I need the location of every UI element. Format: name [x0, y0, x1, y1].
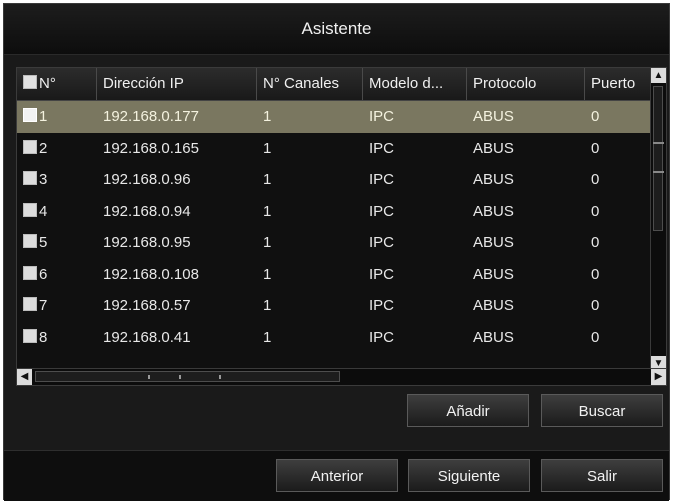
cell-ip-address: 192.168.0.96 — [103, 171, 191, 188]
row-checkbox[interactable] — [23, 108, 37, 122]
cell-number: 1 — [17, 101, 97, 133]
scroll-thumb-grip — [179, 375, 181, 379]
cell-protocol: ABUS — [473, 202, 514, 220]
cell-channels: 1 — [263, 171, 272, 188]
cell-port: 0 — [591, 234, 600, 251]
column-header-port[interactable]: Puerto — [585, 68, 651, 100]
cell-protocol: ABUS — [473, 171, 514, 188]
cell-protocol: ABUS — [473, 139, 514, 157]
scroll-thumb-grip — [219, 375, 221, 379]
cell-port: 0 — [591, 139, 600, 157]
row-checkbox[interactable] — [23, 139, 37, 154]
column-header-protocol[interactable]: Protocolo — [467, 68, 585, 100]
cell-channels: 1 — [263, 108, 272, 125]
cell-ip-address: 192.168.0.95 — [103, 234, 191, 251]
cell-model: IPC — [369, 171, 395, 188]
cell-protocol: ABUS — [473, 234, 514, 251]
cell-protocol: ABUS — [473, 108, 514, 125]
table-row[interactable]: 2 192.168.0.165 1 IPC ABUS 0 — [17, 133, 651, 165]
cell-port: 0 — [591, 297, 600, 314]
cell-channels: 1 — [263, 234, 272, 251]
cell-number: 7 — [17, 290, 97, 322]
cell-channels: 1 — [263, 297, 272, 314]
cell-model: IPC — [369, 139, 395, 157]
search-button[interactable]: Buscar — [541, 394, 663, 427]
row-checkbox[interactable] — [23, 265, 37, 280]
table-row[interactable]: 8 192.168.0.41 1 IPC ABUS 0 — [17, 322, 651, 354]
wizard-content: N° Dirección IP N° Canales Modelo d... P… — [4, 55, 669, 451]
vertical-scrollbar[interactable]: ▲ ▼ — [650, 68, 666, 371]
cell-protocol: ABUS — [473, 297, 514, 314]
cell-port: 0 — [591, 171, 600, 188]
cell-model: IPC — [369, 234, 395, 251]
cell-port: 0 — [591, 202, 600, 220]
horizontal-scroll-thumb[interactable] — [35, 371, 340, 382]
cell-channels: 1 — [263, 139, 272, 157]
cell-number: 8 — [17, 322, 97, 354]
scroll-thumb-grip — [653, 142, 664, 144]
cell-number: 2 — [17, 133, 97, 165]
cell-ip-address: 192.168.0.165 — [103, 139, 199, 157]
cell-ip-address: 192.168.0.41 — [103, 328, 191, 346]
cell-ip-address: 192.168.0.177 — [103, 108, 199, 125]
select-all-checkbox[interactable] — [23, 75, 37, 89]
cell-protocol: ABUS — [473, 328, 514, 346]
table-row[interactable]: 6 192.168.0.108 1 IPC ABUS 0 — [17, 259, 651, 291]
cell-channels: 1 — [263, 328, 272, 346]
window-title: Asistente — [301, 19, 372, 38]
cell-model: IPC — [369, 328, 395, 346]
vertical-scroll-thumb[interactable] — [653, 86, 663, 231]
scroll-thumb-grip — [148, 375, 150, 379]
column-header-model[interactable]: Modelo d... — [363, 68, 467, 100]
horizontal-scrollbar[interactable]: ◀ ▶ — [17, 368, 666, 385]
table-header: N° Dirección IP N° Canales Modelo d... P… — [17, 68, 651, 101]
cell-number: 5 — [17, 227, 97, 259]
column-header-ip-address[interactable]: Dirección IP — [97, 68, 257, 100]
table-row[interactable]: 5 192.168.0.95 1 IPC ABUS 0 — [17, 227, 651, 259]
cell-model: IPC — [369, 202, 395, 220]
cell-model: IPC — [369, 297, 395, 314]
cell-number: 3 — [17, 164, 97, 196]
column-header-channels[interactable]: N° Canales — [257, 68, 363, 100]
cell-model: IPC — [369, 108, 395, 125]
scroll-thumb-grip — [653, 171, 664, 173]
exit-button[interactable]: Salir — [541, 459, 663, 492]
cell-port: 0 — [591, 328, 600, 346]
scroll-right-arrow-icon[interactable]: ▶ — [651, 369, 666, 385]
cell-number: 6 — [17, 259, 97, 291]
row-checkbox[interactable] — [23, 202, 37, 217]
table-row[interactable]: 4 192.168.0.94 1 IPC ABUS 0 — [17, 196, 651, 228]
cell-ip-address: 192.168.0.108 — [103, 265, 199, 283]
device-table: N° Dirección IP N° Canales Modelo d... P… — [16, 67, 667, 386]
table-row[interactable]: 1 192.168.0.177 1 IPC ABUS 0 — [17, 101, 651, 133]
cell-protocol: ABUS — [473, 265, 514, 283]
cell-model: IPC — [369, 265, 395, 283]
wizard-window: Asistente N° Dirección IP N° Canales Mod… — [3, 3, 670, 501]
cell-port: 0 — [591, 265, 600, 283]
scroll-up-arrow-icon[interactable]: ▲ — [651, 68, 666, 83]
row-checkbox[interactable] — [23, 328, 37, 343]
wizard-footer: Anterior Siguiente Salir — [4, 451, 669, 501]
table-body: 1 192.168.0.177 1 IPC ABUS 0 2 192.168.0.165 1 IP… — [17, 101, 651, 353]
scroll-left-arrow-icon[interactable]: ◀ — [17, 369, 32, 385]
cell-channels: 1 — [263, 265, 272, 283]
cell-port: 0 — [591, 108, 600, 125]
add-button[interactable]: Añadir — [407, 394, 529, 427]
window-title-bar: Asistente — [4, 4, 669, 55]
cell-ip-address: 192.168.0.94 — [103, 202, 191, 220]
row-checkbox[interactable] — [23, 297, 37, 311]
table-row[interactable]: 3 192.168.0.96 1 IPC ABUS 0 — [17, 164, 651, 196]
table-row[interactable]: 7 192.168.0.57 1 IPC ABUS 0 — [17, 290, 651, 322]
column-header-number[interactable]: N° — [17, 68, 97, 100]
row-checkbox[interactable] — [23, 234, 37, 248]
next-button[interactable]: Siguiente — [408, 459, 530, 492]
cell-ip-address: 192.168.0.57 — [103, 297, 191, 314]
previous-button[interactable]: Anterior — [276, 459, 398, 492]
cell-number: 4 — [17, 196, 97, 228]
cell-channels: 1 — [263, 202, 272, 220]
row-checkbox[interactable] — [23, 171, 37, 185]
